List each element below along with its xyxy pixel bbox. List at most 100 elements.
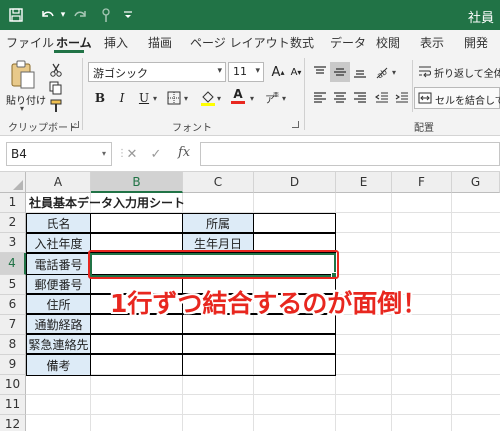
merge-center-button[interactable]: セルを結合して中 (414, 87, 500, 109)
format-painter-icon[interactable] (46, 96, 66, 116)
copy-icon[interactable] (46, 78, 66, 98)
group-separator (82, 58, 83, 130)
name-box[interactable]: B4 ▾ (6, 142, 112, 166)
touch-mode-icon[interactable] (96, 6, 118, 24)
enter-icon[interactable]: ✓ (148, 146, 164, 162)
align-center-icon[interactable] (330, 88, 350, 108)
tab-review[interactable]: 校閲 (376, 34, 400, 51)
sheet-title: 社員基本データ入力用シート (29, 196, 186, 210)
emergency-input-cell[interactable] (90, 334, 183, 354)
column-header-c[interactable]: C (183, 172, 254, 193)
font-color-dropdown-icon[interactable]: ▾ (250, 94, 254, 103)
chevron-down-icon: ▾ (101, 149, 106, 158)
undo-dropdown-icon[interactable]: ▾ (58, 6, 68, 24)
merge-center-label: セルを結合して中 (435, 96, 500, 107)
affiliation-input-cell[interactable] (253, 213, 336, 233)
increase-indent-icon[interactable] (392, 88, 412, 108)
gridline (26, 394, 500, 395)
cancel-icon[interactable]: ✕ (124, 146, 140, 162)
align-middle-icon[interactable] (330, 62, 350, 82)
tab-formulas[interactable]: 数式 (290, 34, 314, 51)
row-header-11[interactable]: 11 (0, 395, 26, 415)
orientation-icon[interactable]: ab (372, 62, 392, 82)
font-color-button[interactable]: A (228, 86, 248, 106)
active-tab-indicator (54, 50, 84, 53)
font-launcher-icon[interactable] (292, 121, 299, 128)
paste-icon (11, 60, 35, 89)
tab-draw[interactable]: 描画 (148, 34, 172, 51)
remarks-input-cell[interactable] (90, 354, 183, 376)
tab-data[interactable]: データ (330, 34, 366, 51)
tab-developer[interactable]: 開発 (464, 34, 488, 51)
row-header-1[interactable]: 1 (0, 193, 26, 213)
row-header-3[interactable]: 3 (0, 233, 26, 253)
font-group-label: フォント (172, 123, 212, 134)
emergency-extra-cell[interactable] (182, 334, 336, 354)
insert-function-icon[interactable]: fx (178, 145, 190, 160)
wrap-text-button[interactable]: 折り返して全体を (416, 62, 500, 82)
wrap-text-label: 折り返して全体を (434, 69, 500, 80)
row-header-5[interactable]: 5 (0, 275, 26, 295)
underline-button[interactable]: U (134, 88, 154, 108)
undo-icon[interactable] (36, 6, 58, 24)
formula-input[interactable] (200, 142, 500, 166)
borders-icon[interactable] (164, 88, 184, 108)
select-all-button[interactable] (0, 172, 26, 193)
decrease-indent-icon[interactable] (372, 88, 392, 108)
phonetic-dropdown-icon[interactable]: ▾ (282, 94, 286, 103)
align-left-icon[interactable] (310, 88, 330, 108)
tab-view[interactable]: 表示 (420, 34, 444, 51)
column-header-d[interactable]: D (254, 172, 336, 193)
row-header-9[interactable]: 9 (0, 355, 26, 375)
increase-font-size-button[interactable]: A ▴ (268, 62, 288, 82)
remarks-extra-cell[interactable] (182, 354, 336, 376)
tab-home[interactable]: ホーム (56, 34, 92, 51)
font-name-select[interactable]: 游ゴシック ▾ (88, 62, 226, 82)
redo-icon[interactable] (72, 6, 90, 24)
window-title: 社員 (467, 11, 494, 26)
orientation-dropdown-icon[interactable]: ▾ (392, 68, 396, 77)
column-header-a[interactable]: A (26, 172, 91, 193)
save-icon[interactable] (6, 6, 26, 24)
name-box-value: B4 (11, 147, 27, 161)
align-right-icon[interactable] (350, 88, 370, 108)
align-top-icon[interactable] (310, 62, 330, 82)
decrease-font-size-button[interactable]: A ▾ (286, 62, 306, 82)
font-size-select[interactable]: 11 ▾ (228, 62, 264, 82)
group-separator (412, 60, 413, 112)
name-input-cell[interactable] (90, 213, 183, 233)
clipboard-launcher-icon[interactable] (72, 121, 79, 128)
cut-icon[interactable] (46, 60, 66, 80)
phonetic-guide-icon[interactable]: ア亜 (262, 88, 282, 108)
italic-button[interactable]: I (112, 88, 132, 108)
address-label: 住所 (26, 294, 91, 314)
row-header-12[interactable]: 12 (0, 415, 26, 431)
paste-dropdown-icon[interactable]: ▾ (20, 104, 24, 113)
row-header-10[interactable]: 10 (0, 375, 26, 395)
underline-dropdown-icon[interactable]: ▾ (153, 94, 157, 103)
row-header-7[interactable]: 7 (0, 315, 26, 335)
decrease-font-icon: A (290, 66, 298, 78)
column-header-g[interactable]: G (452, 172, 500, 193)
tab-page-layout[interactable]: ページ レイアウト (190, 34, 290, 51)
row-header-8[interactable]: 8 (0, 335, 26, 355)
row-header-2[interactable]: 2 (0, 213, 26, 233)
row-header-6[interactable]: 6 (0, 295, 26, 315)
paste-button[interactable]: 貼り付け ▾ (6, 58, 46, 113)
emergency-label: 緊急連絡先 (26, 334, 91, 354)
column-header-b[interactable]: B (91, 172, 183, 193)
customize-quick-access-icon[interactable] (120, 6, 136, 24)
align-bottom-icon[interactable] (350, 62, 370, 82)
bold-button[interactable]: B (90, 88, 110, 108)
tab-insert[interactable]: 挿入 (104, 34, 128, 51)
column-header-f[interactable]: F (392, 172, 452, 193)
entry-year-label: 入社年度 (26, 233, 91, 253)
gridline (451, 193, 452, 431)
row-header-4[interactable]: 4 (0, 253, 26, 275)
remarks-label: 備考 (26, 354, 91, 376)
fill-color-dropdown-icon[interactable]: ▾ (217, 94, 221, 103)
borders-dropdown-icon[interactable]: ▾ (184, 94, 188, 103)
fill-color-icon[interactable] (198, 88, 218, 108)
tab-file[interactable]: ファイル (6, 34, 54, 51)
column-header-e[interactable]: E (336, 172, 392, 193)
